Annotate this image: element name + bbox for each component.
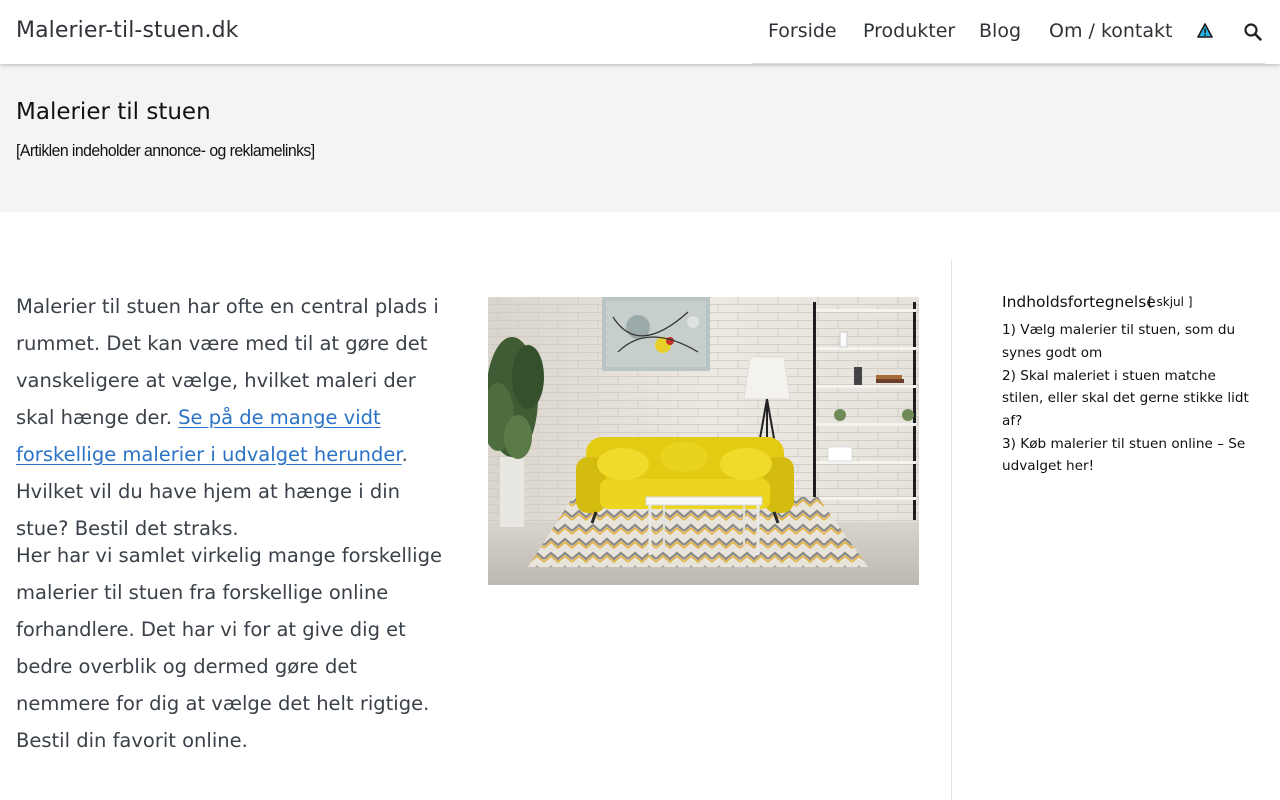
toc-toggle-link[interactable]: skjul <box>1157 295 1184 309</box>
toc-link-2[interactable]: 2) Skal maleriet i stuen matche stilen, … <box>1002 368 1249 429</box>
site-title-link[interactable]: Malerier-til-stuen.dk <box>16 18 238 43</box>
nav-item-om-kontakt[interactable]: Om / kontakt <box>1049 20 1172 42</box>
search-icon[interactable] <box>1243 22 1263 42</box>
nav-item-produkter[interactable]: Produkter <box>863 20 955 42</box>
toc-item: 2) Skal maleriet i stuen matche stilen, … <box>1002 365 1252 433</box>
toc-title: Indholdsfortegnelse <box>1002 293 1156 311</box>
second-paragraph: Her har vi samlet virkelig mange forskel… <box>16 544 442 752</box>
toc-link-3[interactable]: 3) Køb malerier til stuen online – Se ud… <box>1002 436 1245 475</box>
warning-triangle-icon[interactable] <box>1195 21 1215 41</box>
toc-item: 1) Vælg malerier til stuen, som du synes… <box>1002 319 1252 364</box>
nav-item-blog[interactable]: Blog <box>979 20 1021 42</box>
toc-toggle-close: ] <box>1187 295 1193 309</box>
toc-toggle[interactable]: [ skjul ] <box>1148 295 1193 309</box>
toc-list: 1) Vælg malerier til stuen, som du synes… <box>1002 319 1252 478</box>
toc-item: 3) Køb malerier til stuen online – Se ud… <box>1002 433 1252 478</box>
page-title: Malerier til stuen <box>16 99 211 125</box>
living-room-photo <box>488 297 919 585</box>
ad-disclaimer: [Artiklen indeholder annonce- og reklame… <box>16 141 315 160</box>
toc-link-1[interactable]: 1) Vælg malerier til stuen, som du synes… <box>1002 322 1235 361</box>
main-nav: Forside Produkter Blog Om / kontakt <box>752 0 1265 64</box>
page-hero: Malerier til stuen [Artiklen indeholder … <box>0 64 1280 212</box>
toc-toggle-open: [ <box>1148 295 1153 309</box>
intro-paragraph: Malerier til stuen har ofte en central p… <box>16 288 456 547</box>
sidebar-divider <box>951 260 952 800</box>
nav-item-forside[interactable]: Forside <box>768 20 837 42</box>
site-header: Malerier-til-stuen.dk Forside Produkter … <box>0 0 1280 64</box>
